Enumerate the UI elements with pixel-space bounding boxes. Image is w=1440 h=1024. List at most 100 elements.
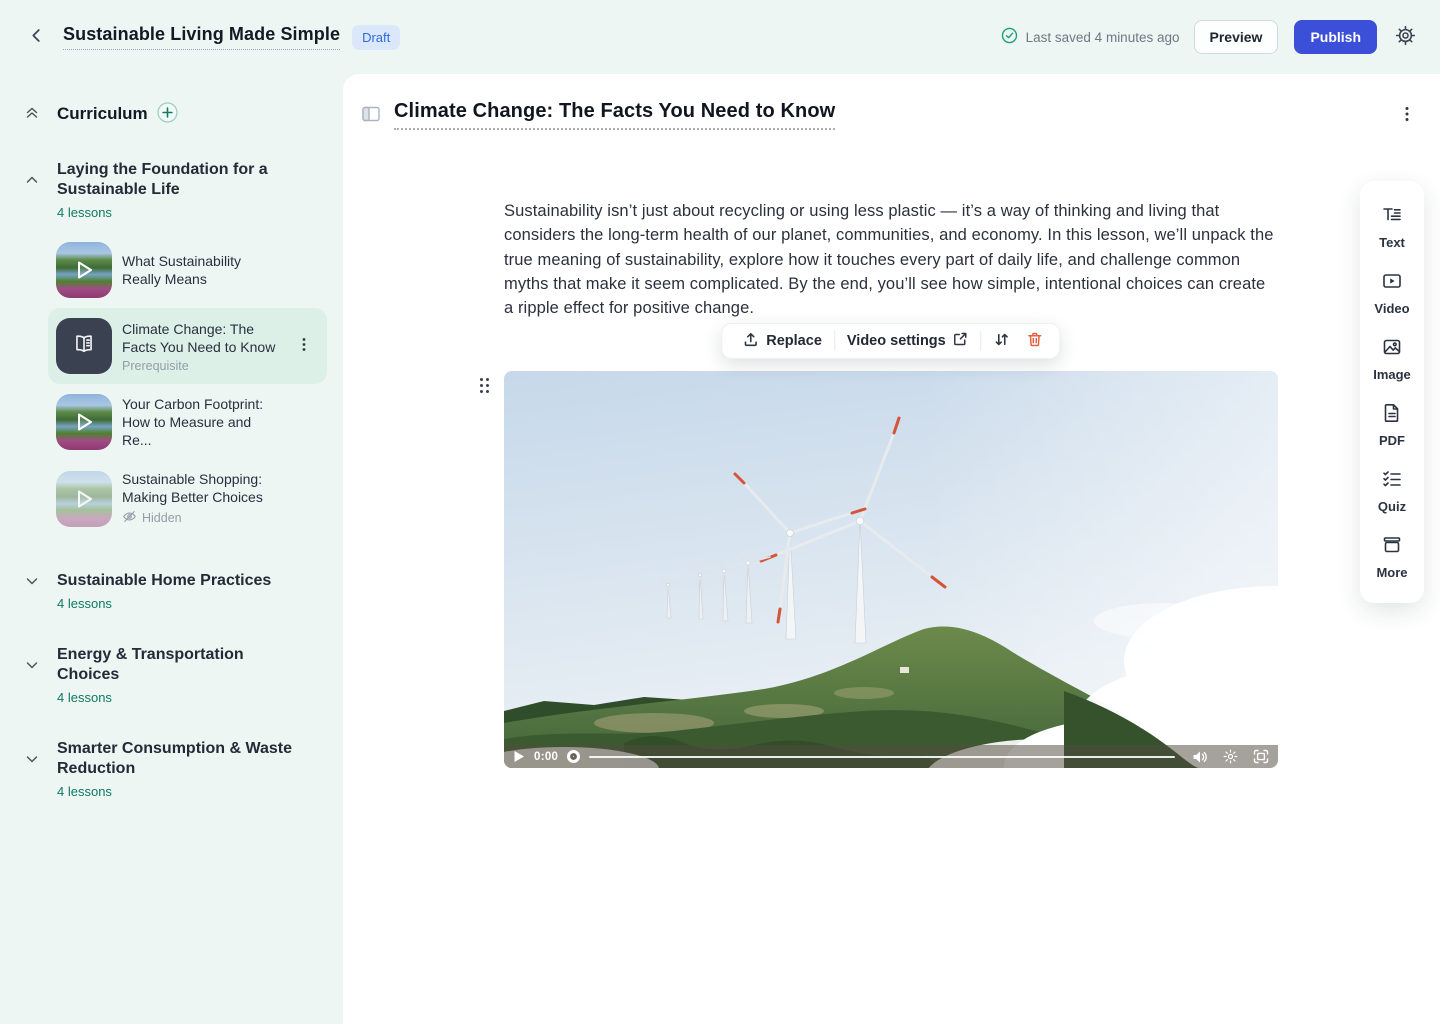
- video-thumbnail: [56, 242, 112, 298]
- wind-farm-illustration: [504, 371, 1278, 768]
- back-button[interactable]: [24, 23, 49, 51]
- section-lesson-count: 4 lessons: [57, 205, 327, 220]
- lesson-title-field[interactable]: Climate Change: The Facts You Need to Kn…: [394, 100, 835, 130]
- lesson-editor-panel: Climate Change: The Facts You Need to Kn…: [343, 74, 1440, 1024]
- reading-thumbnail: [56, 318, 112, 374]
- image-block-icon: [1381, 336, 1403, 361]
- section-header[interactable]: Energy & Transportation Choices: [24, 645, 327, 685]
- drag-handle-icon[interactable]: [479, 377, 490, 399]
- add-text-block-button[interactable]: Text: [1360, 194, 1424, 260]
- video-player[interactable]: 0:00: [504, 371, 1278, 768]
- section-title: Smarter Consumption & Waste Reduction: [57, 739, 309, 779]
- video-block: 0:00: [504, 371, 1278, 768]
- lesson-item-climate-change[interactable]: Climate Change: The Facts You Need to Kn…: [48, 308, 327, 384]
- course-editor-app: Sustainable Living Made Simple Draft Las…: [0, 0, 1440, 1024]
- kebab-icon: [1400, 105, 1414, 126]
- section-lesson-count: 4 lessons: [57, 690, 327, 705]
- play-icon: [56, 242, 112, 298]
- save-status: Last saved 4 minutes ago: [1001, 27, 1180, 47]
- video-block-icon: [1381, 270, 1403, 295]
- lesson-paragraph[interactable]: Sustainability isn’t just about recyclin…: [504, 199, 1278, 320]
- chevron-down-icon: [24, 573, 40, 589]
- lesson-item-carbon-footprint[interactable]: Your Carbon Footprint: How to Measure an…: [48, 384, 327, 460]
- top-bar: Sustainable Living Made Simple Draft Las…: [0, 0, 1440, 74]
- settings-button[interactable]: [1391, 21, 1420, 53]
- lesson-header: Climate Change: The Facts You Need to Kn…: [343, 74, 1440, 130]
- lesson-meta-hidden: Hidden: [122, 509, 280, 527]
- player-settings-button[interactable]: [1223, 749, 1238, 764]
- video-settings-button[interactable]: Video settings: [837, 331, 979, 351]
- video-thumbnail: [56, 394, 112, 450]
- curriculum-section: Smarter Consumption & Waste Reduction 4 …: [24, 739, 327, 799]
- replace-video-button[interactable]: Replace: [732, 331, 832, 352]
- last-saved-text: Last saved 4 minutes ago: [1026, 30, 1180, 45]
- add-pdf-block-button[interactable]: PDF: [1360, 392, 1424, 458]
- chevron-up-icon: [24, 172, 40, 188]
- palette-label: More: [1376, 565, 1407, 580]
- add-video-block-button[interactable]: Video: [1360, 260, 1424, 326]
- seek-bar[interactable]: [589, 756, 1175, 758]
- fullscreen-button[interactable]: [1253, 749, 1269, 764]
- section-lesson-count: 4 lessons: [57, 784, 327, 799]
- seek-handle[interactable]: [567, 750, 580, 763]
- publish-button[interactable]: Publish: [1294, 20, 1377, 54]
- trash-icon: [1027, 331, 1044, 352]
- collapse-all-button[interactable]: [24, 105, 40, 124]
- toggle-sidebar-button[interactable]: [362, 106, 380, 125]
- add-quiz-block-button[interactable]: Quiz: [1360, 458, 1424, 524]
- more-blocks-icon: [1381, 534, 1403, 559]
- check-circle-icon: [1001, 27, 1018, 47]
- preview-button[interactable]: Preview: [1194, 20, 1279, 54]
- course-title[interactable]: Sustainable Living Made Simple: [63, 24, 340, 50]
- lesson-title: Climate Change: The Facts You Need to Kn…: [122, 320, 280, 356]
- back-chevron-icon: [28, 27, 45, 47]
- pdf-block-icon: [1381, 402, 1403, 427]
- current-time: 0:00: [534, 751, 558, 763]
- section-header[interactable]: Smarter Consumption & Waste Reduction: [24, 739, 327, 779]
- section-lesson-count: 4 lessons: [57, 596, 327, 611]
- sort-arrows-icon: [994, 331, 1011, 352]
- video-block-toolbar: Replace Video settings: [721, 323, 1060, 359]
- double-chevron-up-icon: [24, 105, 40, 124]
- lesson-content: Sustainability isn’t just about recyclin…: [504, 199, 1278, 320]
- curriculum-section: Energy & Transportation Choices 4 lesson…: [24, 645, 327, 705]
- status-badge: Draft: [352, 25, 400, 50]
- add-image-block-button[interactable]: Image: [1360, 326, 1424, 392]
- lesson-item-what-sustainability[interactable]: What Sustainability Really Means: [48, 232, 327, 308]
- replace-label: Replace: [766, 333, 822, 349]
- chevron-down-icon: [24, 657, 40, 673]
- play-button[interactable]: [513, 750, 525, 763]
- lesson-menu-button[interactable]: [293, 333, 315, 360]
- delete-block-button[interactable]: [1021, 331, 1050, 352]
- player-right-controls: [1192, 749, 1269, 764]
- section-title: Laying the Foundation for a Sustainable …: [57, 160, 309, 200]
- book-icon: [71, 331, 97, 362]
- volume-button[interactable]: [1192, 750, 1208, 764]
- play-icon: [56, 471, 112, 527]
- gear-icon: [1395, 25, 1416, 49]
- lesson-title: What Sustainability Really Means: [122, 252, 280, 288]
- curriculum-section: Sustainable Home Practices 4 lessons: [24, 571, 327, 611]
- add-section-button[interactable]: [157, 102, 178, 126]
- lesson-item-sustainable-shopping[interactable]: Sustainable Shopping: Making Better Choi…: [48, 460, 327, 537]
- toolbar-divider: [834, 331, 835, 351]
- plus-circle-icon: [157, 102, 178, 126]
- quiz-block-icon: [1381, 468, 1403, 493]
- palette-label: Quiz: [1378, 499, 1406, 514]
- video-thumbnail-hidden: [56, 471, 112, 527]
- section-header[interactable]: Laying the Foundation for a Sustainable …: [24, 160, 327, 200]
- curriculum-sidebar: Curriculum Laying the Foundation for a S…: [0, 74, 343, 1024]
- section-header[interactable]: Sustainable Home Practices: [24, 571, 327, 591]
- more-blocks-button[interactable]: More: [1360, 524, 1424, 590]
- curriculum-title: Curriculum: [57, 104, 148, 124]
- hidden-label: Hidden: [142, 511, 182, 525]
- curriculum-section: Laying the Foundation for a Sustainable …: [24, 160, 327, 537]
- toolbar-divider: [981, 331, 982, 351]
- text-block-icon: [1381, 204, 1403, 229]
- upload-icon: [742, 331, 759, 352]
- topbar-actions: Last saved 4 minutes ago Preview Publish: [1001, 20, 1420, 54]
- lesson-options-button[interactable]: [1396, 101, 1418, 130]
- kebab-icon: [297, 337, 311, 356]
- move-block-button[interactable]: [984, 331, 1021, 352]
- palette-label: Video: [1374, 301, 1409, 316]
